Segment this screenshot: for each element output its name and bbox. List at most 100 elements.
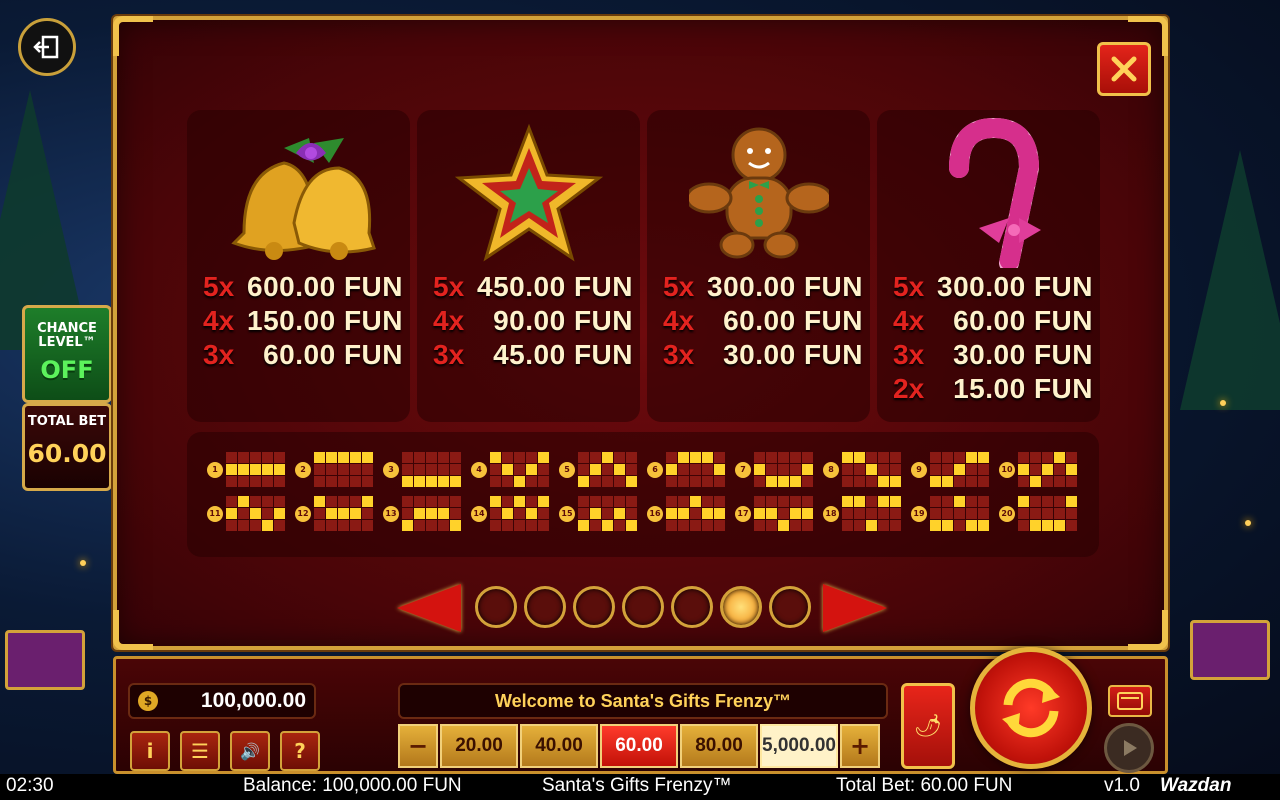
payline-cell [426,464,437,475]
payline-cell [502,496,513,507]
payline-cell [754,464,765,475]
payline-cell [450,520,461,531]
candy-cane-pays: 5x 300.00 FUN 4x 60.00 FUN 3x 30.00 FUN 2x 1… [893,270,1093,406]
payline-16: 16 [647,496,725,531]
minus-icon: − [407,732,429,760]
payline-cell [590,496,601,507]
payline-cell [714,476,725,487]
payline-cell [666,496,677,507]
payline-cell [854,508,865,519]
page-dot[interactable] [475,586,517,628]
payline-cell [450,452,461,463]
bet-option[interactable]: 5,000.00 [760,724,838,768]
payline-cell [614,464,625,475]
payline-cell [954,520,965,531]
help-button[interactable]: ? [280,731,320,771]
pay-row: 4x 90.00 FUN [433,304,633,338]
pay-row: 3x 30.00 FUN [663,338,863,372]
page-dot[interactable] [622,586,664,628]
payline-cell [866,520,877,531]
payline-number: 9 [911,461,927,478]
payline-cell [402,520,413,531]
page-dot[interactable] [524,586,566,628]
payline-cell [262,452,273,463]
payline-number: 18 [823,505,839,522]
menu-button[interactable]: ☰ [180,731,220,771]
payline-cell [426,508,437,519]
payline-cell [1054,464,1065,475]
payline-cell [854,464,865,475]
payline-cell [274,476,285,487]
payline-14: 14 [471,496,549,531]
payline-cell [338,508,349,519]
payline-cell [690,476,701,487]
payline-cell [490,520,501,531]
payline-cell [702,520,713,531]
spin-button[interactable] [970,647,1092,769]
payline-cell [274,520,285,531]
background-tree [1180,150,1280,410]
payline-cell [766,476,777,487]
bet-option[interactable]: 80.00 [680,724,758,768]
pay-count: 4x [893,305,925,336]
chance-level-toggle[interactable]: CHANCE LEVEL™ OFF [22,305,112,403]
payline-cell [438,520,449,531]
info-button[interactable]: i [130,731,170,771]
payline-cell [954,508,965,519]
pay-amount: 600.00 FUN [247,271,403,302]
total-bet-value: 60.00 [27,439,107,468]
decrease-bet-button[interactable]: − [398,724,438,768]
increase-bet-button[interactable]: + [840,724,880,768]
exit-button[interactable] [18,18,76,76]
payline-cell [626,452,637,463]
payline-cell [338,520,349,531]
plus-icon: + [849,732,871,760]
payline-cell [502,452,513,463]
bet-option[interactable]: 40.00 [520,724,598,768]
payline-cell [578,520,589,531]
sound-button[interactable]: 🔊 [230,731,270,771]
close-button[interactable] [1097,42,1151,96]
payline-cell [602,464,613,475]
volatility-button[interactable]: 🌶 [901,683,955,769]
page-dot[interactable] [720,586,762,628]
pay-count: 2x [893,373,925,404]
payline-cell [1042,476,1053,487]
payline-number: 16 [647,505,663,522]
payline-cell [966,508,977,519]
payline-cell [942,496,953,507]
payline-cell [714,464,725,475]
bet-selector: − 20.00 40.00 60.00 80.00 5,000.00 + [398,723,888,769]
payline-cell [326,464,337,475]
payline-cell [274,496,285,507]
autoplay-button[interactable] [1104,723,1154,773]
next-page-button[interactable] [823,584,887,632]
payline-cell [414,520,425,531]
pay-amount: 60.00 FUN [263,339,403,370]
bet-settings-button[interactable] [1108,685,1152,717]
bet-option[interactable]: 20.00 [440,724,518,768]
bet-option[interactable]: 60.00 [600,724,678,768]
payline-cell [802,520,813,531]
page-dot[interactable] [769,586,811,628]
payline-cell [362,508,373,519]
payline-pattern [402,452,461,487]
payline-number: 20 [999,505,1015,522]
page-dot[interactable] [573,586,615,628]
symbol-card-star: 5x 450.00 FUN 4x 90.00 FUN 3x 45.00 FUN [417,110,640,422]
payline-cell [438,452,449,463]
background-gift [5,630,85,690]
payline-pattern [842,496,901,531]
payline-cell [978,452,989,463]
speaker-icon: 🔊 [240,741,260,761]
payline-cell [1054,496,1065,507]
page-dot[interactable] [671,586,713,628]
payline-5: 5 [559,452,637,487]
status-total-bet: Total Bet: 60.00 FUN [836,775,1013,796]
payline-cell [578,508,589,519]
payline-cell [262,496,273,507]
previous-page-button[interactable] [397,584,461,632]
payline-cell [590,508,601,519]
payline-cell [778,520,789,531]
payline-cell [666,476,677,487]
